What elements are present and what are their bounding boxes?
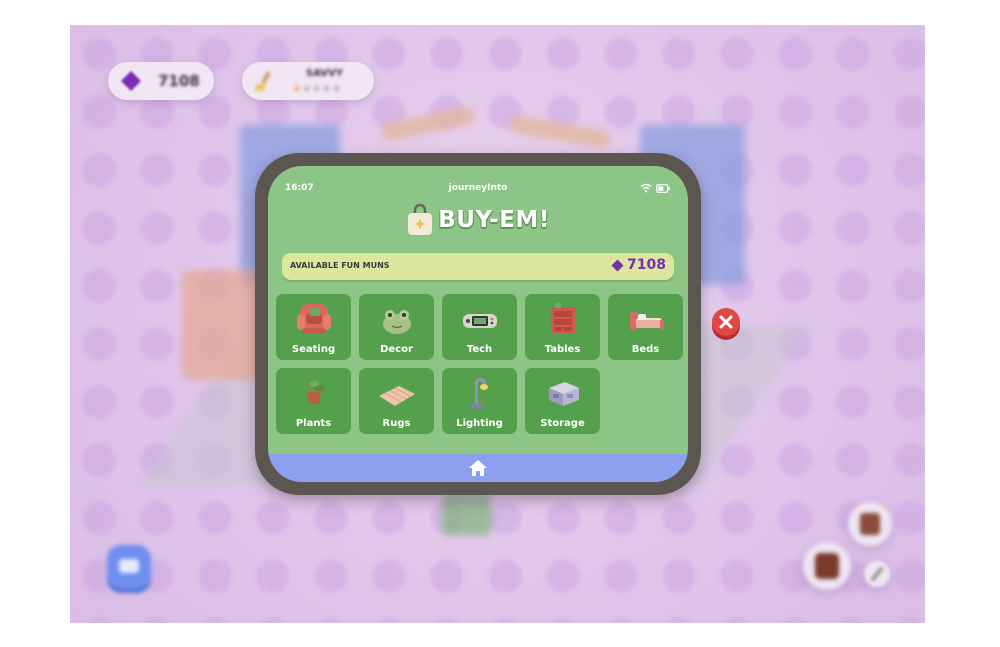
storage-box-icon: [548, 382, 579, 406]
shopping-bag-icon: [408, 203, 433, 235]
category-plants[interactable]: Plants: [276, 368, 351, 434]
level-label: SAVVY: [306, 68, 343, 79]
cabinet-icon: [860, 513, 880, 535]
phone-screen: 16:07 journeyInto BUY-EM! AVAILABLE FUN …: [268, 166, 688, 482]
gem-icon: [121, 71, 141, 91]
balance-value: 7108: [627, 257, 666, 273]
category-label: Beds: [631, 344, 660, 355]
chat-button[interactable]: [107, 545, 151, 589]
bench-right: [509, 114, 611, 150]
category-label: Tech: [466, 344, 493, 355]
close-button[interactable]: [712, 308, 740, 336]
potted-plant-icon: [302, 381, 325, 404]
category-tech[interactable]: Tech: [442, 294, 517, 360]
selected-item-bubble[interactable]: [803, 542, 851, 590]
bed-icon: [629, 312, 664, 330]
level-badge[interactable]: SAVVY ★★★★★: [242, 62, 374, 100]
frog-icon: [382, 310, 411, 334]
status-bar: 16:07 journeyInto: [268, 183, 688, 197]
dresser-icon: [550, 303, 575, 333]
shop-phone: 16:07 journeyInto BUY-EM! AVAILABLE FUN …: [255, 153, 701, 495]
system-icons: [640, 183, 670, 193]
bottom-nav-bar: [268, 454, 688, 482]
gem-counter[interactable]: 7108: [108, 62, 214, 100]
battery-icon: [656, 183, 670, 193]
broom-icon: [254, 71, 271, 91]
app-title: BUY-EM!: [438, 207, 550, 233]
category-label: Decor: [380, 344, 413, 355]
balance-bar: AVAILABLE FUN MUNS 7108: [282, 253, 674, 280]
game-console-icon: [462, 314, 497, 328]
rug-icon: [378, 386, 415, 406]
balance-label: AVAILABLE FUN MUNS: [290, 261, 390, 270]
category-lighting[interactable]: Lighting: [442, 368, 517, 434]
home-icon[interactable]: [468, 459, 488, 477]
category-label: Plants: [295, 418, 332, 429]
category-label: Tables: [544, 344, 581, 355]
gem-icon: [611, 259, 624, 271]
category-label: Seating: [291, 344, 336, 355]
category-label: Lighting: [456, 418, 503, 429]
bench-left: [381, 105, 475, 143]
close-icon: [719, 315, 733, 329]
category-label: Storage: [540, 418, 585, 429]
category-seating[interactable]: Seating: [276, 294, 351, 360]
status-carrier: journeyInto: [448, 183, 508, 193]
lamp-icon: [469, 378, 488, 409]
category-label: Rugs: [382, 418, 411, 429]
wardrobe-icon: [815, 553, 839, 579]
category-decor[interactable]: Decor: [359, 294, 434, 360]
edit-button[interactable]: [864, 561, 890, 587]
category-rugs[interactable]: Rugs: [359, 368, 434, 434]
gem-counter-value: 7108: [158, 72, 200, 90]
plant-blurred: [442, 495, 492, 535]
category-beds[interactable]: Beds: [608, 294, 683, 360]
category-tables[interactable]: Tables: [525, 294, 600, 360]
wifi-icon: [640, 183, 652, 193]
chat-icon: [119, 559, 139, 573]
armchair-icon: [296, 304, 331, 334]
category-storage[interactable]: Storage: [525, 368, 600, 434]
inventory-item-bubble[interactable]: [848, 502, 892, 546]
pencil-icon: [870, 566, 884, 582]
app-header: BUY-EM!: [268, 203, 688, 237]
level-stars: ★★★★★: [292, 82, 342, 95]
